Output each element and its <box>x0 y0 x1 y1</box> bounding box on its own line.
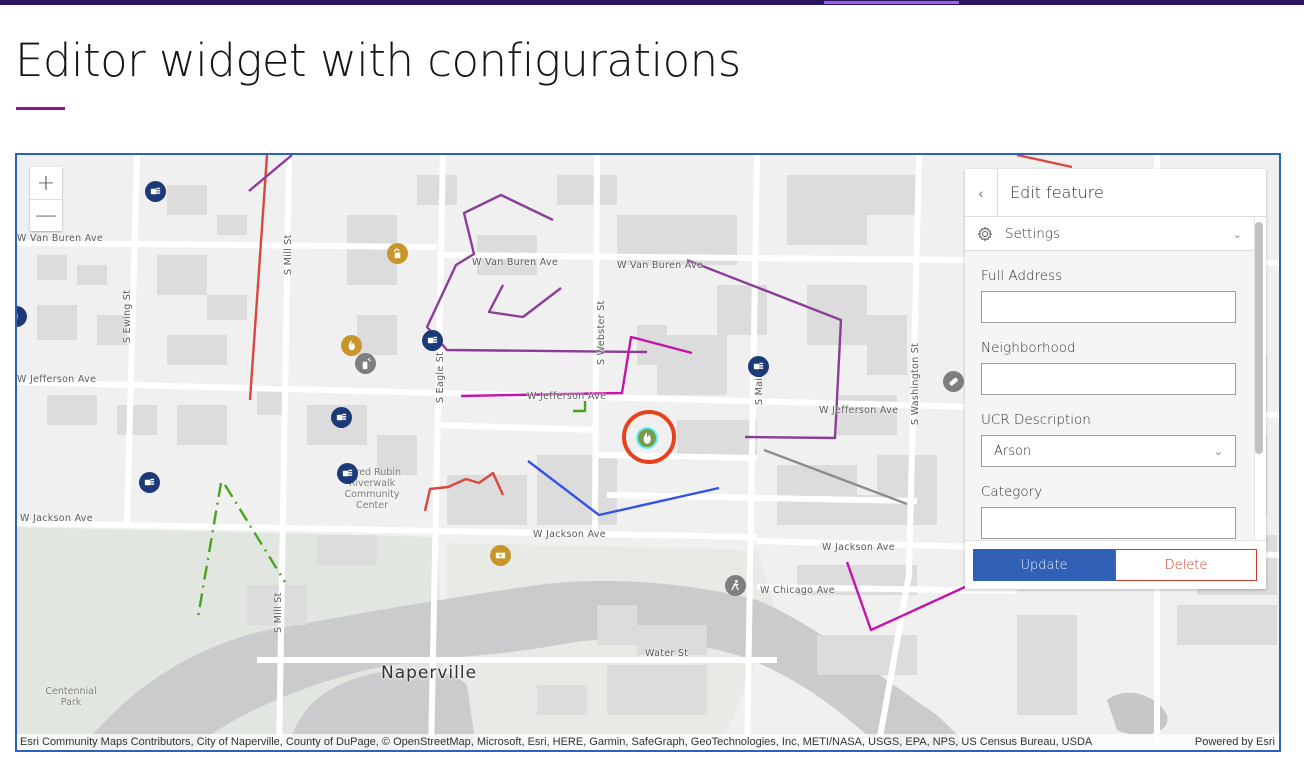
editor-footer: Update Delete <box>965 540 1266 589</box>
editor-panel: ‹ Edit feature Settings ⌄ Full Address N… <box>965 169 1266 589</box>
zoom-control: + — <box>30 167 62 231</box>
road-label: S Webster St <box>596 300 607 365</box>
field-category: Category <box>965 484 1254 539</box>
road-label: W Van Buren Ave <box>472 257 559 268</box>
feature-line-purple-b <box>487 284 562 319</box>
field-label: UCR Description <box>981 412 1091 428</box>
zoom-out-button[interactable]: — <box>30 199 62 231</box>
assault-icon[interactable] <box>145 181 166 202</box>
road-label: W Chicago Ave <box>760 585 835 596</box>
gear-icon <box>977 226 993 242</box>
road-label: W Van Buren Ave <box>17 233 104 244</box>
field-neighborhood: Neighborhood <box>965 340 1254 395</box>
field-label: Neighborhood <box>981 340 1076 356</box>
map-attribution: Esri Community Maps Contributors, City o… <box>17 734 1279 750</box>
road-label: W Jefferson Ave <box>819 405 899 416</box>
assault-icon[interactable] <box>139 472 160 493</box>
assault-icon[interactable] <box>337 463 358 484</box>
title-accent-underline <box>16 107 65 110</box>
select-value: Arson <box>994 443 1032 459</box>
road-label: S Eagle St <box>435 351 446 403</box>
back-button[interactable]: ‹ <box>965 169 998 216</box>
ucr-description-select[interactable]: Arson ⌄ <box>981 435 1236 467</box>
road-label: S Ewing St <box>122 289 133 343</box>
category-input[interactable] <box>981 507 1236 539</box>
form-scrollbar[interactable] <box>1255 222 1263 454</box>
road-label: W Jefferson Ave <box>527 391 607 402</box>
zoom-in-button[interactable]: + <box>30 167 62 199</box>
attribution-text: Esri Community Maps Contributors, City o… <box>20 736 1093 748</box>
assault-icon[interactable] <box>748 356 769 377</box>
field-label: Full Address <box>981 268 1063 284</box>
ticket-fraud-icon[interactable] <box>490 545 511 566</box>
assault-icon[interactable] <box>331 407 352 428</box>
place-label-park: Centennial Park <box>45 686 97 708</box>
road-label: S Mill St <box>283 234 294 275</box>
feature-line-red-ne <box>1016 155 1073 169</box>
map-view[interactable]: W Van Buren Ave W Van Buren Ave W Van Bu… <box>15 153 1281 752</box>
chevron-down-icon: ⌄ <box>1213 444 1223 458</box>
update-button[interactable]: Update <box>973 549 1115 581</box>
chevron-left-icon: ‹ <box>978 184 984 201</box>
road-label: W Jackson Ave <box>533 529 606 540</box>
road-label: W Van Buren Ave <box>617 260 704 271</box>
vandalism-spray-icon[interactable] <box>355 353 376 374</box>
road-label: W Jefferson Ave <box>17 374 97 385</box>
chevron-down-icon: ⌄ <box>1232 228 1242 241</box>
active-nav-indicator <box>824 1 959 4</box>
field-label: Category <box>981 484 1043 500</box>
top-nav-bar <box>0 0 1304 5</box>
editor-header: ‹ Edit feature <box>965 169 1266 217</box>
full-address-input[interactable] <box>981 291 1236 323</box>
road-label: S Mill St <box>273 592 284 633</box>
settings-label: Settings <box>1005 226 1060 242</box>
editor-form: Settings ⌄ Full Address Neighborhood UCR… <box>965 218 1255 540</box>
road-label: W Jackson Ave <box>20 513 93 524</box>
delete-button[interactable]: Delete <box>1115 549 1257 581</box>
city-label: Naperville <box>381 663 478 683</box>
road-label: W Jackson Ave <box>822 542 895 553</box>
feature-line-green-c <box>573 401 587 413</box>
theft-icon[interactable] <box>387 243 408 264</box>
feature-line-red-north <box>248 155 269 401</box>
pedestrian-icon[interactable] <box>725 575 746 596</box>
field-ucr-description: UCR Description Arson ⌄ <box>965 412 1254 467</box>
road-label: Water St <box>645 648 689 659</box>
neighborhood-input[interactable] <box>981 363 1236 395</box>
powered-by-link[interactable]: Powered by Esri <box>1195 736 1275 748</box>
editor-title: Edit feature <box>1010 183 1104 202</box>
settings-collapsible[interactable]: Settings ⌄ <box>965 218 1254 251</box>
arson-icon[interactable] <box>341 335 362 356</box>
page-title: Editor widget with configurations <box>15 34 741 87</box>
road-label: S Washington St <box>910 342 921 425</box>
field-full-address: Full Address <box>965 268 1254 323</box>
drug-pill-icon[interactable] <box>943 371 964 392</box>
assault-icon[interactable] <box>422 330 443 351</box>
